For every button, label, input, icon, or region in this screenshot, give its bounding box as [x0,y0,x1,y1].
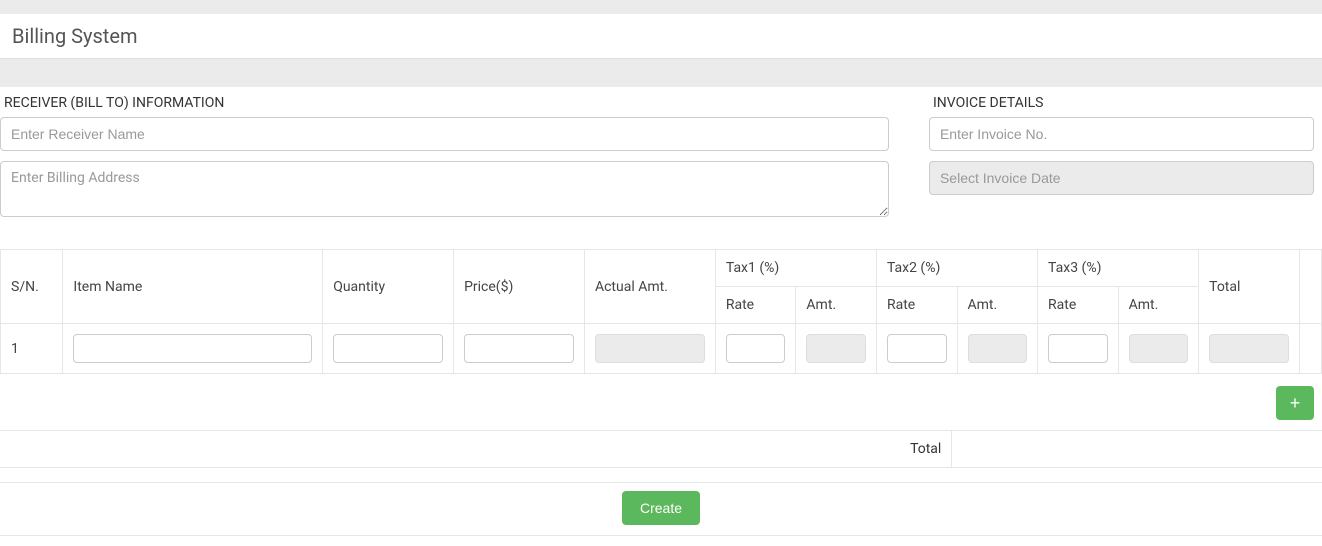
invoice-section: INVOICE DETAILS [929,95,1322,231]
price-input[interactable] [464,334,574,363]
tax1-rate-input[interactable] [726,334,786,363]
receiver-section-label: RECEIVER (BILL TO) INFORMATION [0,95,889,111]
col-action [1299,250,1321,324]
grand-total-table: Total [0,430,1322,468]
page-title: Billing System [12,24,1310,48]
tax3-amt-output [1129,334,1189,363]
tax2-amt-output [968,334,1028,363]
col-actual-amt: Actual Amt. [584,250,715,324]
submit-bar: Create [0,482,1322,536]
col-item-name: Item Name [63,250,323,324]
create-button[interactable]: Create [622,491,700,525]
col-price: Price($) [454,250,585,324]
col-tax3-amt: Amt. [1118,287,1199,324]
add-row-bar: + [0,374,1322,430]
table-row: 1 [1,324,1322,374]
add-row-button[interactable]: + [1276,386,1314,420]
col-tax1-amt: Amt. [796,287,877,324]
col-quantity: Quantity [323,250,454,324]
tax1-amt-output [806,334,866,363]
tax3-rate-input[interactable] [1048,334,1108,363]
items-table: S/N. Item Name Quantity Price($) Actual … [0,249,1322,374]
receiver-section: RECEIVER (BILL TO) INFORMATION [0,95,899,231]
grand-total-label: Total [0,431,952,468]
items-table-head: S/N. Item Name Quantity Price($) Actual … [1,250,1322,324]
col-tax3: Tax3 (%) [1038,250,1199,287]
billing-address-input[interactable] [0,161,889,217]
header-gray-bar [0,59,1322,87]
invoice-date-input[interactable] [929,161,1314,195]
top-stripe [0,0,1322,14]
tax2-rate-input[interactable] [887,334,947,363]
item-name-input[interactable] [73,334,312,363]
col-tax2-rate: Rate [876,287,957,324]
col-tax3-rate: Rate [1038,287,1119,324]
row-total-output [1209,334,1289,363]
col-sn: S/N. [1,250,63,324]
col-total: Total [1199,250,1300,324]
actual-amt-output [595,334,705,363]
form-area: RECEIVER (BILL TO) INFORMATION INVOICE D… [0,87,1322,231]
col-tax1: Tax1 (%) [715,250,876,287]
items-table-body: 1 [1,324,1322,374]
col-tax1-rate: Rate [715,287,796,324]
col-tax2-amt: Amt. [957,287,1038,324]
col-tax2: Tax2 (%) [876,250,1037,287]
header: Billing System [0,14,1322,59]
receiver-name-input[interactable] [0,117,889,151]
cell-sn: 1 [1,324,63,374]
items-table-wrap: S/N. Item Name Quantity Price($) Actual … [0,249,1322,374]
invoice-section-label: INVOICE DETAILS [929,95,1314,111]
quantity-input[interactable] [333,334,443,363]
invoice-number-input[interactable] [929,117,1314,151]
grand-total-value [952,431,1322,468]
row-action-cell [1299,324,1321,374]
